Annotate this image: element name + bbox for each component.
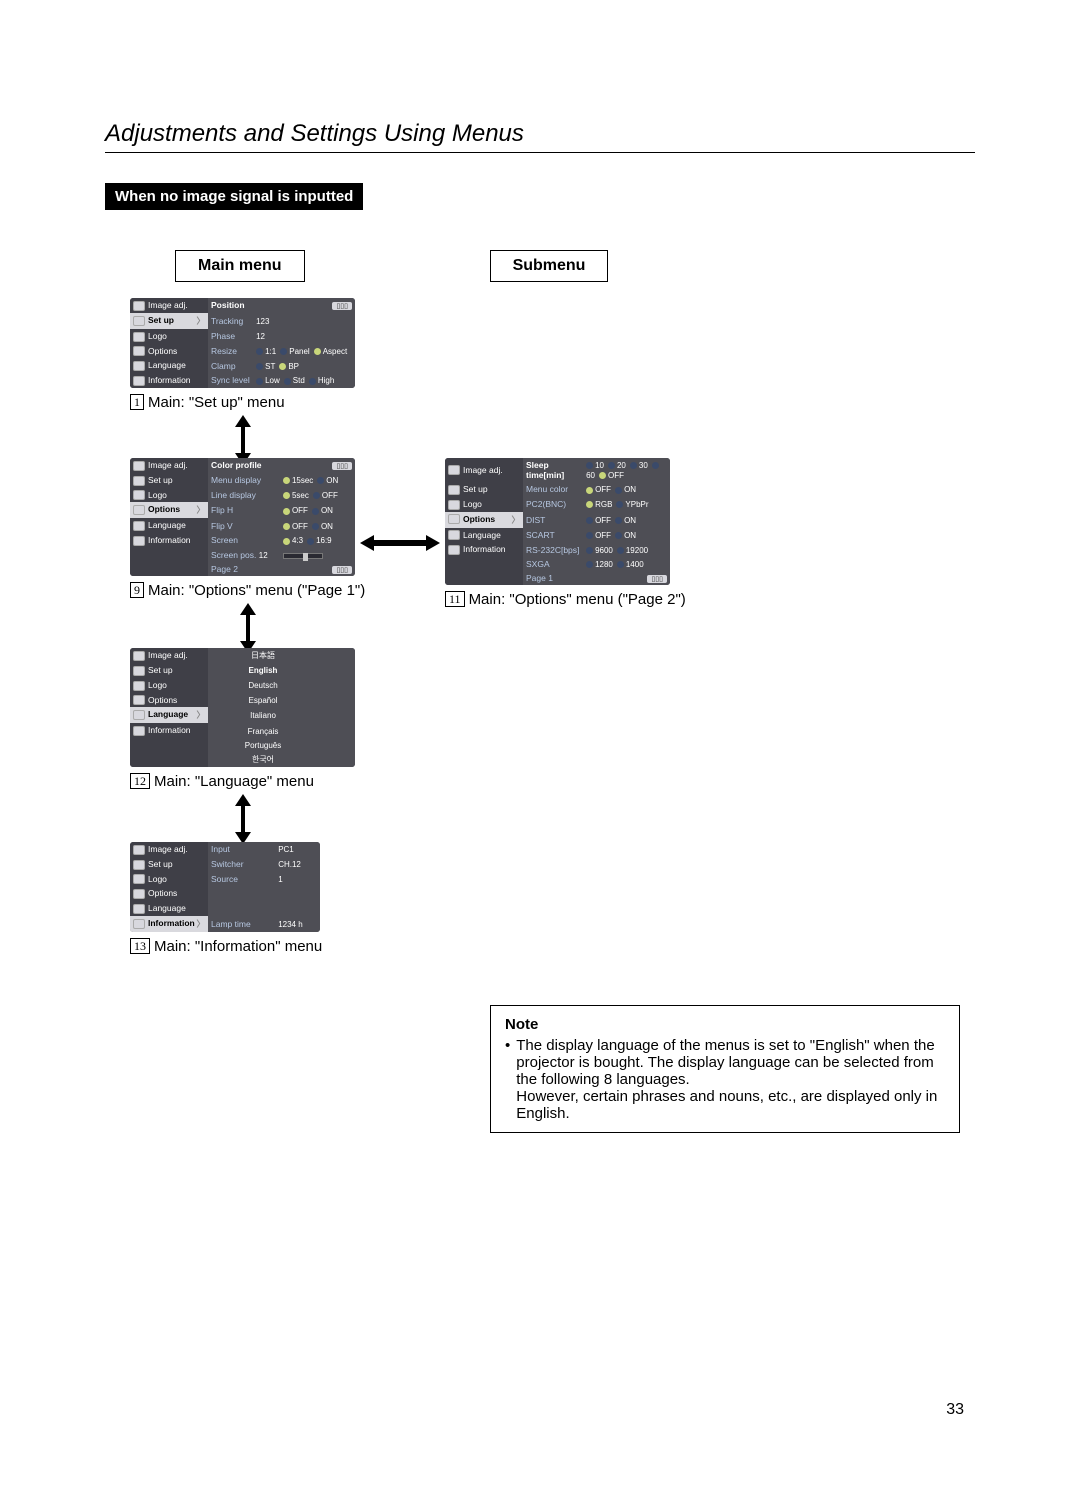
caption-setup: 1Main: "Set up" menu: [130, 394, 355, 411]
menu-icon: [133, 301, 145, 311]
page-number: 33: [946, 1401, 964, 1419]
caption-information: 13Main: "Information" menu: [130, 938, 322, 955]
osd-options-2: Image adj. Sleep time[min]10203060OFF Se…: [445, 458, 670, 585]
up-down-arrow-icon: [231, 794, 255, 844]
osd-setup: Image adj. Position▯▯▯ Set up〉 Tracking1…: [130, 298, 355, 388]
caption-options-1: 9Main: "Options" menu ("Page 1"): [130, 582, 365, 599]
osd-options-1: Image adj. Color profile▯▯▯ Set up Menu …: [130, 458, 355, 576]
section-banner: When no image signal is inputted: [105, 183, 363, 210]
note-box: Note • The display language of the menus…: [490, 1005, 960, 1133]
slider-icon: [283, 553, 323, 559]
note-body-1: The display language of the menus is set…: [516, 1037, 934, 1088]
osd-information: Image adj.InputPC1 Set upSwitcherCH.12 L…: [130, 842, 320, 932]
note-body-2: However, certain phrases and nouns, etc.…: [516, 1088, 937, 1122]
caption-options-2: 11Main: "Options" menu ("Page 2"): [445, 591, 686, 608]
header-main: Main menu: [175, 250, 305, 282]
page-title: Adjustments and Settings Using Menus: [105, 120, 975, 153]
osd-language: Image adj.日本語 Set upEnglish LogoDeutsch …: [130, 648, 355, 767]
caption-language: 12Main: "Language" menu: [130, 773, 355, 790]
left-right-arrow-icon: [360, 532, 440, 556]
note-heading: Note: [505, 1016, 945, 1033]
up-down-arrow-icon: [236, 603, 260, 653]
header-sub: Submenu: [490, 250, 609, 282]
